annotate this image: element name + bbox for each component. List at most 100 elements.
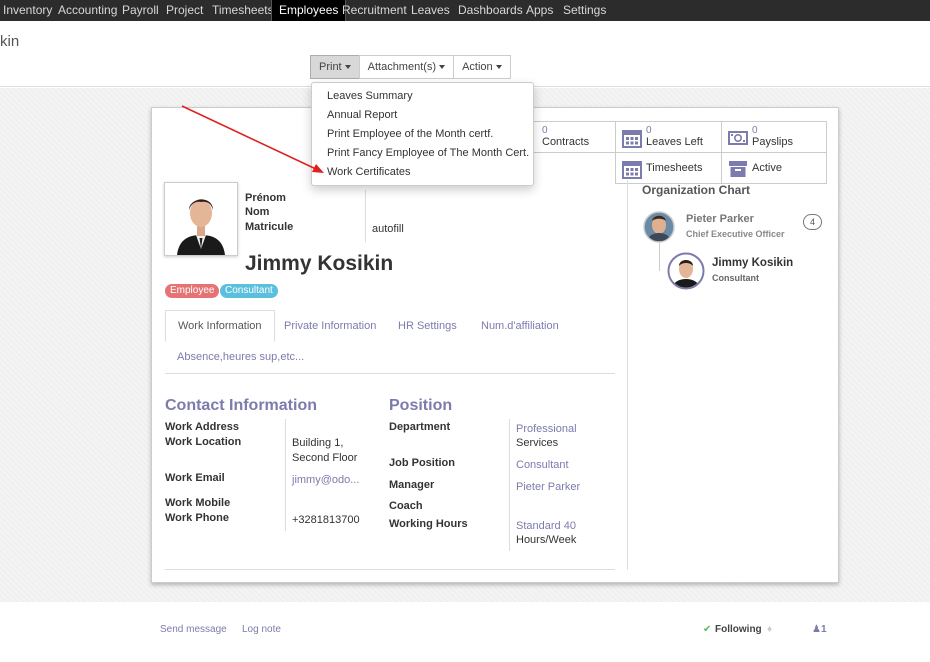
job-position-value[interactable]: Consultant xyxy=(516,459,569,471)
nav-leaves[interactable]: Leaves xyxy=(411,0,450,21)
menu-item-fancy-employee-of-month[interactable]: Print Fancy Employee of The Month Cert. xyxy=(327,147,529,159)
manager-value[interactable]: Pieter Parker xyxy=(516,481,580,493)
payslips-count: 0 xyxy=(752,125,758,136)
tab-private-information[interactable]: Private Information xyxy=(284,320,376,332)
tab-absence[interactable]: Absence,heures sup,etc... xyxy=(177,351,304,363)
menu-item-annual-report[interactable]: Annual Report xyxy=(327,109,397,121)
work-phone-value[interactable]: +3281813700 xyxy=(292,514,360,526)
org-self-name[interactable]: Jimmy Kosikin xyxy=(712,257,793,269)
tab-num-affiliation[interactable]: Num.d'affiliation xyxy=(481,320,559,332)
manager-label: Manager xyxy=(389,479,435,491)
nav-recruitment[interactable]: Recruitment xyxy=(342,0,407,21)
work-phone-label: Work Phone xyxy=(165,512,229,524)
work-email-label: Work Email xyxy=(165,472,225,484)
leaves-count: 0 xyxy=(646,125,652,136)
top-navbar: Inventory Accounting Payroll Project Tim… xyxy=(0,0,930,21)
org-chart-title: Organization Chart xyxy=(642,183,751,197)
employee-photo[interactable] xyxy=(164,182,238,256)
following-button[interactable]: Following xyxy=(715,624,762,635)
working-hours-label: Working Hours xyxy=(389,518,468,530)
nav-project[interactable]: Project xyxy=(166,0,203,21)
prenom-label: Prénom xyxy=(245,192,286,204)
org-self-title: Consultant xyxy=(712,273,759,283)
field-divider xyxy=(285,419,286,531)
attachments-button[interactable]: Attachment(s) xyxy=(358,55,455,79)
active-toggle-button[interactable]: Active xyxy=(721,152,827,184)
contracts-label: Contracts xyxy=(542,136,590,148)
action-label: Action xyxy=(462,61,493,73)
caret-down-icon xyxy=(495,65,502,70)
caret-down-icon xyxy=(439,65,446,70)
org-connector-line xyxy=(659,243,660,271)
field-divider xyxy=(365,190,366,242)
employee-avatar[interactable] xyxy=(667,252,705,290)
manager-avatar[interactable] xyxy=(643,211,675,243)
timesheets-button[interactable]: Timesheets xyxy=(615,152,722,184)
matricule-label: Matricule xyxy=(245,221,294,233)
leaves-left-button[interactable]: 0 Leaves Left xyxy=(615,121,722,153)
department-label: Department xyxy=(389,421,451,433)
active-label: Active xyxy=(752,162,782,174)
attachments-label: Attachment(s) xyxy=(367,61,437,73)
payslips-button[interactable]: 0 Payslips xyxy=(721,121,827,153)
menu-item-work-certificates[interactable]: Work Certificates xyxy=(327,166,411,178)
tab-hr-settings[interactable]: HR Settings xyxy=(398,320,457,332)
org-subordinates-count[interactable]: 4 xyxy=(803,214,822,230)
working-hours-value-line1[interactable]: Standard 40 xyxy=(516,520,576,532)
toolbar-button-group: Print Attachment(s) Action xyxy=(310,55,511,79)
employee-name[interactable]: Jimmy Kosikin xyxy=(245,252,393,276)
nav-payroll[interactable]: Payroll xyxy=(122,0,159,21)
org-manager-title: Chief Executive Officer xyxy=(686,229,785,239)
field-divider xyxy=(509,419,510,551)
avatar xyxy=(165,183,237,255)
followers-count[interactable]: 1 xyxy=(821,624,827,635)
payslips-label: Payslips xyxy=(752,136,793,148)
tabs-bottom-border xyxy=(165,373,615,374)
caret-down-icon xyxy=(344,65,351,70)
calendar-icon xyxy=(622,130,642,148)
tag-employee[interactable]: Employee xyxy=(165,284,220,298)
calendar-icon xyxy=(622,161,642,179)
department-value-line1[interactable]: Professional xyxy=(516,423,577,435)
breadcrumb[interactable]: kin xyxy=(0,33,19,50)
work-email-value[interactable]: jimmy@odo... xyxy=(292,474,359,486)
org-manager-name[interactable]: Pieter Parker xyxy=(686,213,754,225)
org-chart-divider xyxy=(627,180,628,570)
nav-inventory[interactable]: Inventory xyxy=(3,0,52,21)
bell-icon[interactable]: ♦ xyxy=(767,624,772,635)
work-address-label: Work Address xyxy=(165,421,239,433)
work-location-label: Work Location xyxy=(165,436,242,448)
nav-accounting[interactable]: Accounting xyxy=(58,0,117,21)
department-value-line2[interactable]: Services xyxy=(516,437,558,449)
coach-label: Coach xyxy=(389,500,423,512)
tag-consultant[interactable]: Consultant xyxy=(220,284,278,298)
matricule-value[interactable]: autofill xyxy=(372,223,404,235)
work-mobile-label: Work Mobile xyxy=(165,497,231,509)
work-location-value-line1[interactable]: Building 1, xyxy=(292,437,343,449)
contracts-count: 0 xyxy=(542,125,548,136)
print-button[interactable]: Print xyxy=(310,55,360,79)
section-bottom-border xyxy=(165,569,615,570)
checkmark-icon: ✔ xyxy=(703,624,712,635)
nav-employees[interactable]: Employees xyxy=(271,0,347,21)
followers-icon[interactable]: ♟ xyxy=(812,624,821,635)
position-section-title: Position xyxy=(389,397,453,414)
menu-item-employee-of-month[interactable]: Print Employee of the Month certf. xyxy=(327,128,493,140)
job-position-label: Job Position xyxy=(389,457,455,469)
nav-settings[interactable]: Settings xyxy=(563,0,606,21)
print-dropdown-menu: Leaves Summary Annual Report Print Emplo… xyxy=(311,82,534,186)
action-button[interactable]: Action xyxy=(453,55,511,79)
working-hours-value-line2[interactable]: Hours/Week xyxy=(516,534,576,546)
nav-timesheets[interactable]: Timesheets xyxy=(212,0,274,21)
work-location-value-line2[interactable]: Second Floor xyxy=(292,452,357,464)
nom-label: Nom xyxy=(245,206,270,218)
send-message-link[interactable]: Send message xyxy=(160,624,227,635)
nav-dashboards[interactable]: Dashboards xyxy=(458,0,523,21)
nav-apps[interactable]: Apps xyxy=(526,0,553,21)
timesheets-label: Timesheets xyxy=(646,162,703,174)
money-icon xyxy=(728,131,748,145)
print-label: Print xyxy=(319,61,342,73)
log-note-link[interactable]: Log note xyxy=(242,624,281,635)
tab-work-information[interactable]: Work Information xyxy=(165,310,275,342)
menu-item-leaves-summary[interactable]: Leaves Summary xyxy=(327,90,413,102)
